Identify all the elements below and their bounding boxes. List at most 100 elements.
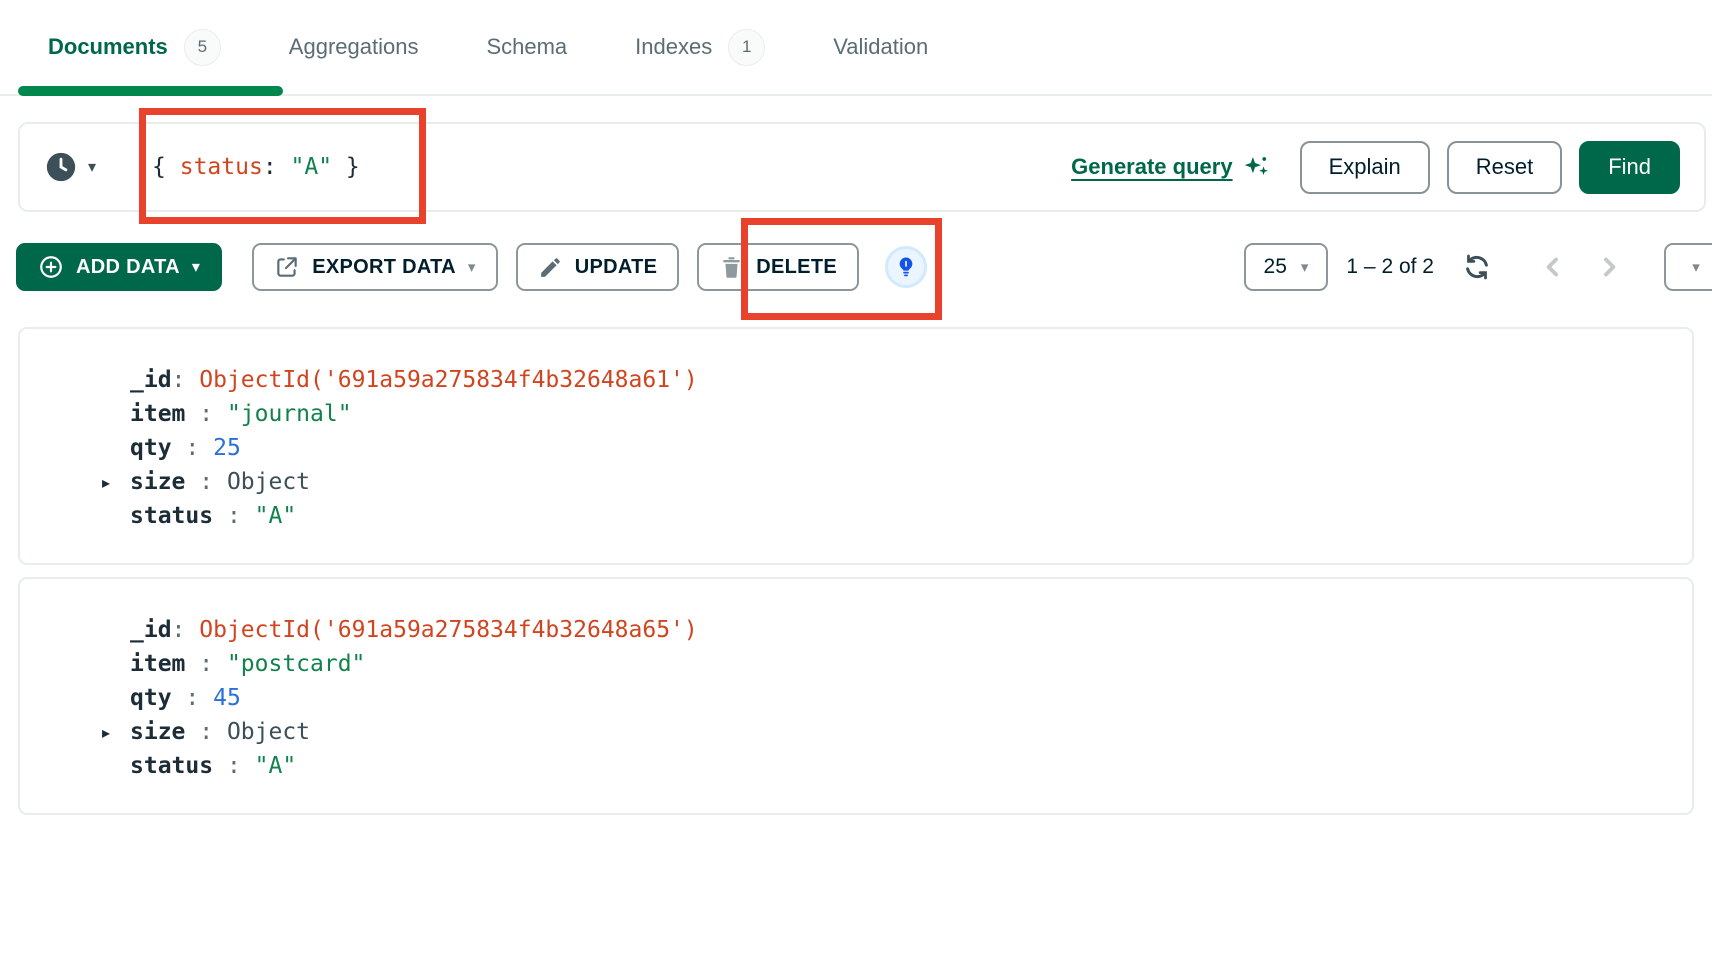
page-size-dropdown[interactable]: 25 ▾: [1244, 243, 1329, 291]
field-key: item: [130, 651, 185, 677]
plus-circle-icon: [38, 254, 64, 280]
field-value: "A": [255, 753, 297, 779]
field-value: "A": [255, 503, 297, 529]
field-separator: :: [172, 617, 200, 643]
query-close-brace: }: [332, 154, 360, 180]
explain-button[interactable]: Explain: [1300, 141, 1430, 194]
document-card[interactable]: _id: ObjectId('691a59a275834f4b32648a65'…: [18, 577, 1694, 815]
tab-label: Schema: [486, 34, 567, 60]
tab-label: Documents: [48, 34, 168, 60]
document-field-row: _id: ObjectId('691a59a275834f4b32648a61'…: [20, 363, 1692, 397]
document-card[interactable]: _id: ObjectId('691a59a275834f4b32648a61'…: [18, 327, 1694, 565]
query-colon-token: :: [263, 154, 291, 180]
collection-tabbar: Documents 5 Aggregations Schema Indexes1 Vali…: [0, 0, 1712, 96]
tab-indexes[interactable]: Indexes1: [635, 29, 765, 66]
next-page-button[interactable]: [1594, 252, 1624, 282]
field-value: Object: [227, 469, 310, 495]
add-data-button[interactable]: ADD DATA ▾: [16, 243, 222, 291]
field-separator: :: [172, 435, 214, 461]
field-value: 45: [213, 685, 241, 711]
caret-down-icon: ▾: [1692, 260, 1700, 275]
page-size-value: 25: [1264, 255, 1287, 279]
document-field-row: status : "A": [20, 749, 1692, 783]
field-key: qty: [130, 435, 172, 461]
export-data-label: EXPORT DATA: [312, 256, 456, 279]
previous-page-button[interactable]: [1538, 252, 1568, 282]
document-field-row: qty : 25: [20, 431, 1692, 465]
chevron-left-icon: [1538, 252, 1568, 282]
expand-caret-icon[interactable]: ▸: [102, 473, 130, 492]
documents-toolbar: ADD DATA ▾ EXPORT DATA ▾ UPDATE DELETE: [16, 243, 1712, 291]
query-filter-input[interactable]: { status: "A" }: [152, 154, 360, 180]
query-field-token: status: [180, 154, 263, 180]
field-separator: :: [172, 685, 214, 711]
tab-label: Aggregations: [289, 34, 419, 60]
query-open-brace: {: [152, 154, 180, 180]
tab-aggregations[interactable]: Aggregations: [289, 34, 419, 60]
document-field-row: item : "postcard": [20, 647, 1692, 681]
document-field-row: _id: ObjectId('691a59a275834f4b32648a65'…: [20, 613, 1692, 647]
find-button[interactable]: Find: [1579, 141, 1680, 194]
query-history-button[interactable]: ▾: [44, 150, 96, 184]
field-key: qty: [130, 685, 172, 711]
refresh-button[interactable]: [1462, 252, 1492, 282]
field-value: "journal": [227, 401, 352, 427]
update-label: UPDATE: [575, 256, 658, 279]
update-button[interactable]: UPDATE: [516, 243, 680, 291]
export-data-button[interactable]: EXPORT DATA ▾: [252, 243, 498, 291]
field-key: size: [130, 469, 185, 495]
query-bar: ▾ { status: "A" } Generate query Explain…: [18, 122, 1706, 212]
caret-down-icon: ▾: [88, 159, 96, 175]
tab-schema[interactable]: Schema: [486, 34, 567, 60]
tab-label: Validation: [833, 34, 928, 60]
trash-icon: [719, 255, 744, 280]
sparkle-icon: [1241, 152, 1271, 182]
active-tab-indicator: [18, 86, 283, 96]
delete-label: DELETE: [756, 256, 837, 279]
field-key: _id: [130, 367, 172, 393]
field-value: ObjectId('691a59a275834f4b32648a65'): [199, 617, 698, 643]
tab-documents[interactable]: Documents 5: [48, 29, 221, 66]
caret-down-icon: ▾: [1301, 260, 1309, 275]
tab-count-badge: 5: [184, 29, 221, 66]
lightbulb-icon: [894, 255, 918, 279]
documents-view: Documents 5 Aggregations Schema Indexes1 Vali…: [0, 0, 1712, 968]
chevron-right-icon: [1594, 252, 1624, 282]
field-separator: :: [185, 469, 227, 495]
field-separator: :: [172, 367, 200, 393]
tab-validation[interactable]: Validation: [833, 34, 928, 60]
field-key: status: [130, 503, 213, 529]
document-field-row: ▸size : Object: [20, 465, 1692, 499]
export-icon: [274, 254, 300, 280]
reset-button[interactable]: Reset: [1447, 141, 1562, 194]
pagination-controls: 25 ▾ 1 – 2 of 2 ▾: [1244, 243, 1712, 291]
field-key: _id: [130, 617, 172, 643]
document-field-row: ▸size : Object: [20, 715, 1692, 749]
field-separator: :: [185, 401, 227, 427]
field-value: "postcard": [227, 651, 365, 677]
field-separator: :: [213, 503, 255, 529]
generate-query-link[interactable]: Generate query: [1071, 152, 1270, 182]
expand-caret-icon[interactable]: ▸: [102, 723, 130, 742]
field-value: Object: [227, 719, 310, 745]
document-field-row: item : "journal": [20, 397, 1692, 431]
field-separator: :: [185, 651, 227, 677]
field-separator: :: [213, 753, 255, 779]
query-value-token: "A": [291, 154, 333, 180]
document-field-row: qty : 45: [20, 681, 1692, 715]
pagination-range-label: 1 – 2 of 2: [1346, 255, 1434, 279]
field-separator: :: [185, 719, 227, 745]
field-value: ObjectId('691a59a275834f4b32648a61'): [199, 367, 698, 393]
field-key: item: [130, 401, 185, 427]
document-field-row: status : "A": [20, 499, 1692, 533]
generate-query-label: Generate query: [1071, 154, 1232, 180]
caret-down-icon: ▾: [468, 260, 476, 275]
caret-down-icon: ▾: [192, 259, 200, 275]
delete-button[interactable]: DELETE: [697, 243, 859, 291]
field-value: 25: [213, 435, 241, 461]
add-data-label: ADD DATA: [76, 256, 180, 279]
field-key: size: [130, 719, 185, 745]
view-options-dropdown[interactable]: ▾: [1664, 243, 1712, 291]
lightbulb-hint-button[interactable]: [885, 246, 927, 288]
pencil-icon: [538, 255, 563, 280]
